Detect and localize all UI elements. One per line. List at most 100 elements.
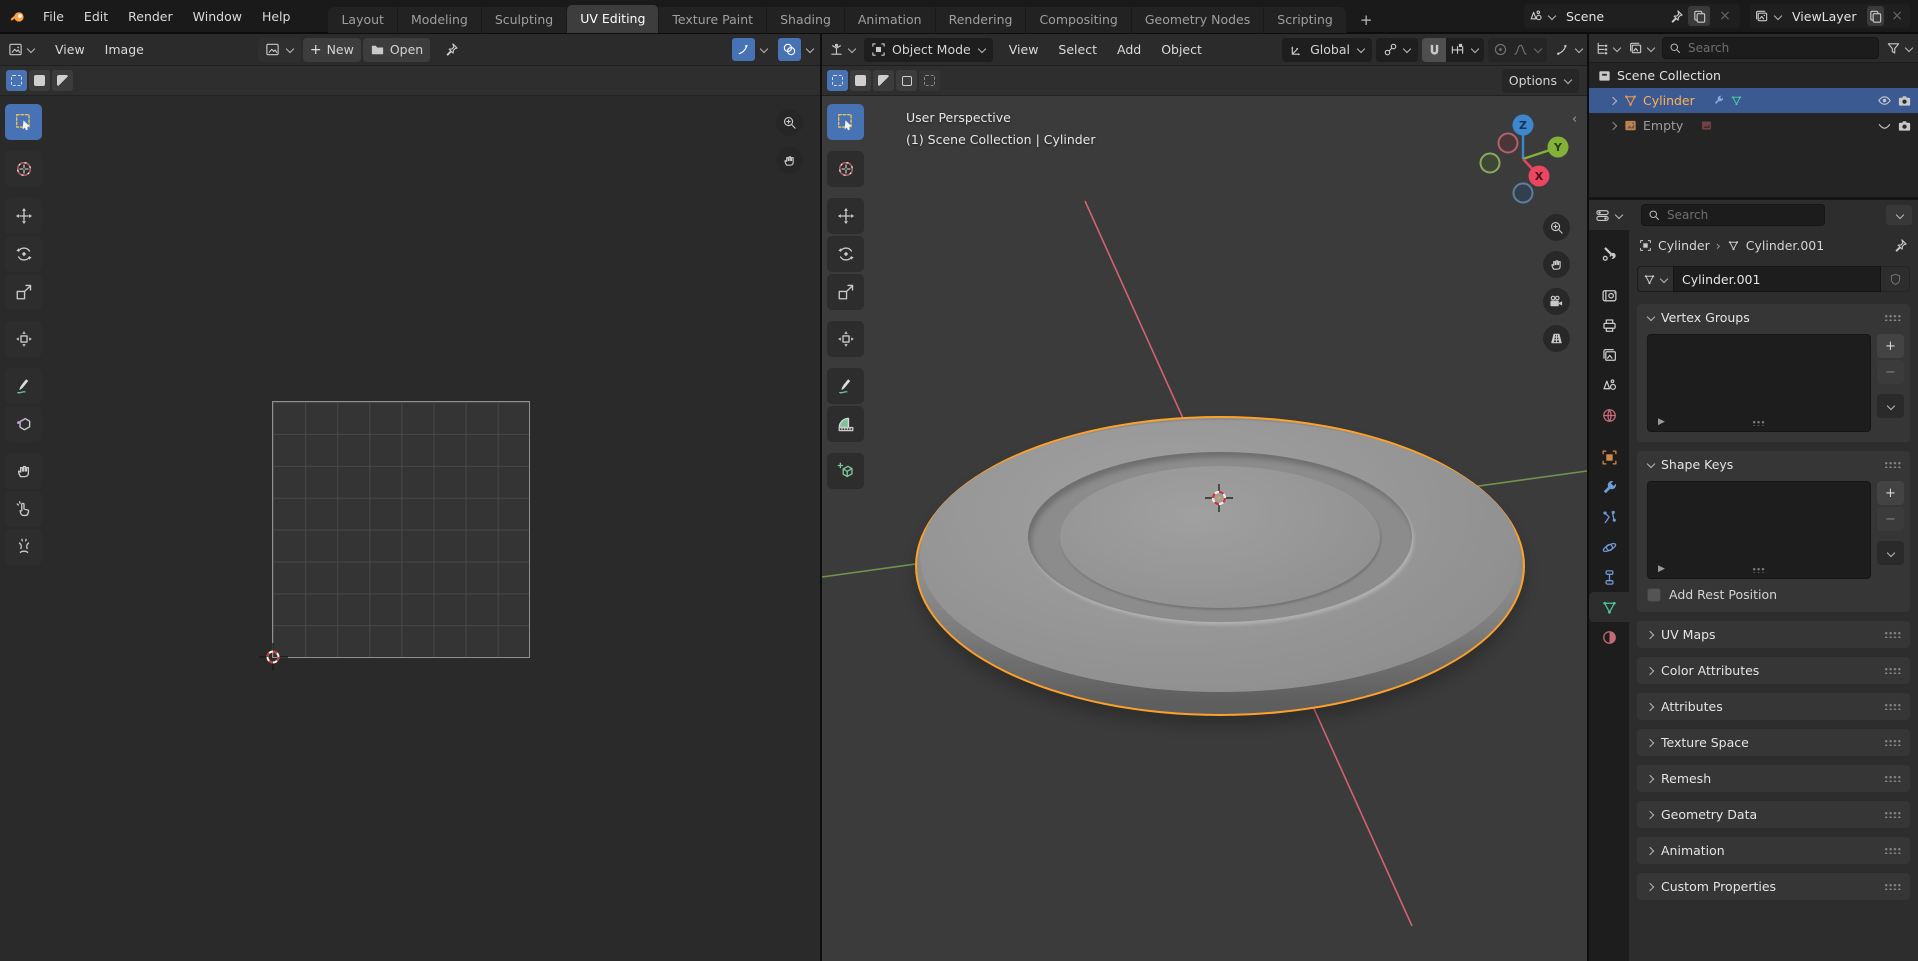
tab-view-layer[interactable]	[1589, 340, 1629, 370]
tab-physics[interactable]	[1589, 532, 1629, 562]
remove-view-layer-button[interactable]: ×	[1888, 6, 1906, 26]
workspace-tab-uv-editing[interactable]: UV Editing	[567, 5, 659, 33]
display-mode-chevron-icon[interactable]	[1646, 44, 1655, 53]
panel-grip-icon[interactable]	[1884, 811, 1901, 818]
cursor-tool[interactable]	[827, 151, 864, 187]
uv-menu-image[interactable]: Image	[95, 38, 154, 62]
panel-expand-icon[interactable]	[1646, 666, 1655, 675]
select-mode-subtract-button[interactable]	[873, 70, 894, 91]
gizmo-axis-neg-x[interactable]	[1499, 134, 1518, 153]
panel-grip-icon[interactable]	[1884, 314, 1901, 321]
filter-icon[interactable]	[1886, 41, 1901, 56]
select-mode-extend-button[interactable]	[850, 70, 871, 91]
rotate-tool[interactable]	[827, 236, 864, 272]
scale-tool[interactable]	[827, 274, 864, 310]
annotate-tool[interactable]	[5, 368, 42, 404]
tab-material[interactable]	[1589, 622, 1629, 652]
gizmos-toggle[interactable]	[732, 38, 755, 61]
hide-viewport-eye-icon[interactable]	[1877, 93, 1892, 108]
properties-options-button[interactable]	[1886, 205, 1912, 225]
panel-grip-icon[interactable]	[1884, 631, 1901, 638]
select-mode-intersect-button[interactable]	[919, 70, 940, 91]
falloff-chevron-icon[interactable]	[1533, 45, 1542, 54]
menu-render[interactable]: Render	[118, 4, 183, 28]
viewport-editor-type-button[interactable]	[829, 42, 856, 57]
transform-tool[interactable]	[827, 321, 864, 357]
image-browse-button[interactable]	[258, 38, 301, 62]
tab-scene[interactable]	[1589, 370, 1629, 400]
relax-tool[interactable]	[5, 491, 42, 527]
panel-expand-icon[interactable]	[1646, 630, 1655, 639]
tab-output[interactable]	[1589, 310, 1629, 340]
shape-keys-panel-header[interactable]: Shape Keys	[1637, 451, 1910, 477]
datablock-name-input[interactable]	[1673, 266, 1881, 292]
panel-collapse-icon[interactable]	[1646, 313, 1655, 322]
panel-expand-icon[interactable]	[1646, 702, 1655, 711]
panel-geometry-data[interactable]: Geometry Data	[1637, 801, 1910, 828]
shape-key-specials-button[interactable]	[1877, 541, 1904, 565]
workspace-tab-scripting[interactable]: Scripting	[1264, 7, 1347, 33]
scene-name[interactable]: Scene	[1560, 9, 1665, 24]
list-resize-grip-icon[interactable]	[1752, 420, 1766, 426]
shape-keys-list[interactable]: ▶	[1647, 481, 1871, 579]
workspace-tab-modeling[interactable]: Modeling	[398, 7, 482, 33]
panel-grip-icon[interactable]	[1884, 667, 1901, 674]
pin-icon[interactable]	[444, 42, 459, 57]
tab-modifiers[interactable]	[1589, 472, 1629, 502]
outliner-row-cylinder[interactable]: Cylinder	[1589, 88, 1918, 113]
properties-search[interactable]	[1641, 204, 1825, 226]
outliner-search[interactable]	[1662, 37, 1879, 59]
properties-editor-icon[interactable]	[1595, 208, 1610, 223]
add-shape-key-button[interactable]: +	[1877, 481, 1904, 505]
add-workspace-button[interactable]: +	[1347, 7, 1387, 33]
select-mode-new-button[interactable]	[827, 70, 848, 91]
properties-search-input[interactable]	[1665, 207, 1818, 223]
add-cube-tool[interactable]	[827, 453, 864, 489]
proportional-edit-toggle[interactable]	[1493, 42, 1508, 57]
list-resize-grip-icon[interactable]	[1752, 567, 1766, 573]
panel-remesh[interactable]: Remesh	[1637, 765, 1910, 792]
workspace-tab-shading[interactable]: Shading	[767, 7, 845, 33]
view-layer-selector[interactable]: ViewLayer ×	[1750, 4, 1910, 28]
object-name-label[interactable]: Empty	[1643, 118, 1683, 133]
workspace-tab-sculpting[interactable]: Sculpting	[482, 7, 567, 33]
panel-animation[interactable]: Animation	[1637, 837, 1910, 864]
panel-attributes[interactable]: Attributes	[1637, 693, 1910, 720]
remove-shape-key-button[interactable]: −	[1877, 507, 1904, 531]
select-mode-subtract-button[interactable]	[52, 70, 73, 91]
panel-grip-icon[interactable]	[1884, 461, 1901, 468]
rotate-tool[interactable]	[5, 236, 42, 272]
workspace-tab-rendering[interactable]: Rendering	[936, 7, 1027, 33]
tab-tool[interactable]	[1589, 238, 1629, 268]
move-tool[interactable]	[827, 198, 864, 234]
gizmo-axis-neg-z[interactable]	[1514, 184, 1533, 203]
gizmo-axis-neg-y[interactable]	[1481, 154, 1500, 173]
panel-grip-icon[interactable]	[1884, 847, 1901, 854]
overlays-toggle[interactable]	[778, 38, 801, 61]
open-image-button[interactable]: Open	[363, 38, 430, 62]
view-layer-browse-chevron-icon[interactable]	[1773, 12, 1782, 21]
select-box-tool[interactable]	[5, 104, 42, 140]
disable-render-camera-icon[interactable]	[1897, 93, 1912, 108]
annotate-tool[interactable]	[827, 368, 864, 404]
panel-grip-icon[interactable]	[1884, 703, 1901, 710]
panel-collapse-icon[interactable]	[1646, 460, 1655, 469]
panel-grip-icon[interactable]	[1884, 883, 1901, 890]
select-mode-invert-button[interactable]	[896, 70, 917, 91]
viewport-menu-object[interactable]: Object	[1151, 38, 1212, 62]
viewport-menu-select[interactable]: Select	[1048, 38, 1107, 62]
scale-tool[interactable]	[5, 274, 42, 310]
move-tool[interactable]	[5, 198, 42, 234]
outliner-editor-icon[interactable]	[1594, 41, 1609, 56]
overlays-chevron-icon[interactable]	[805, 45, 814, 54]
display-mode-icon[interactable]	[1628, 41, 1643, 56]
tab-particles[interactable]	[1589, 502, 1629, 532]
expand-icon[interactable]	[1609, 121, 1618, 130]
workspace-tab-animation[interactable]: Animation	[845, 7, 936, 33]
panel-custom-properties[interactable]: Custom Properties	[1637, 873, 1910, 900]
uv-pan-button[interactable]	[776, 147, 803, 174]
panel-expand-icon[interactable]	[1646, 882, 1655, 891]
snap-chevron-icon[interactable]	[1470, 45, 1479, 54]
vertex-groups-panel-header[interactable]: Vertex Groups	[1637, 304, 1910, 330]
panel-color-attributes[interactable]: Color Attributes	[1637, 657, 1910, 684]
